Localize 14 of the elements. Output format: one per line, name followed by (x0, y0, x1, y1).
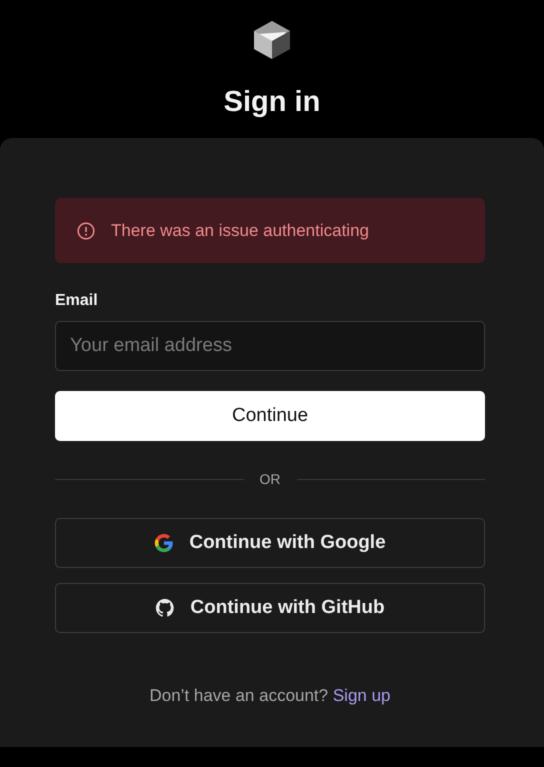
signup-prompt: Don’t have an account? (149, 686, 328, 705)
continue-button[interactable]: Continue (55, 391, 485, 441)
email-field[interactable]: Your email address (55, 321, 485, 371)
page-title: Sign in (224, 86, 320, 119)
google-sign-in-button[interactable]: Continue with Google (55, 518, 485, 568)
error-message: There was an issue authenticating (111, 220, 369, 240)
cube-logo-icon (253, 20, 291, 60)
alert-icon (77, 222, 95, 240)
sign-up-link[interactable]: Sign up (332, 686, 391, 705)
or-divider-label: OR (260, 471, 280, 487)
github-sign-in-button[interactable]: Continue with GitHub (55, 583, 485, 633)
email-label: Email (55, 292, 99, 310)
google-icon (154, 533, 174, 553)
github-icon (155, 598, 176, 618)
